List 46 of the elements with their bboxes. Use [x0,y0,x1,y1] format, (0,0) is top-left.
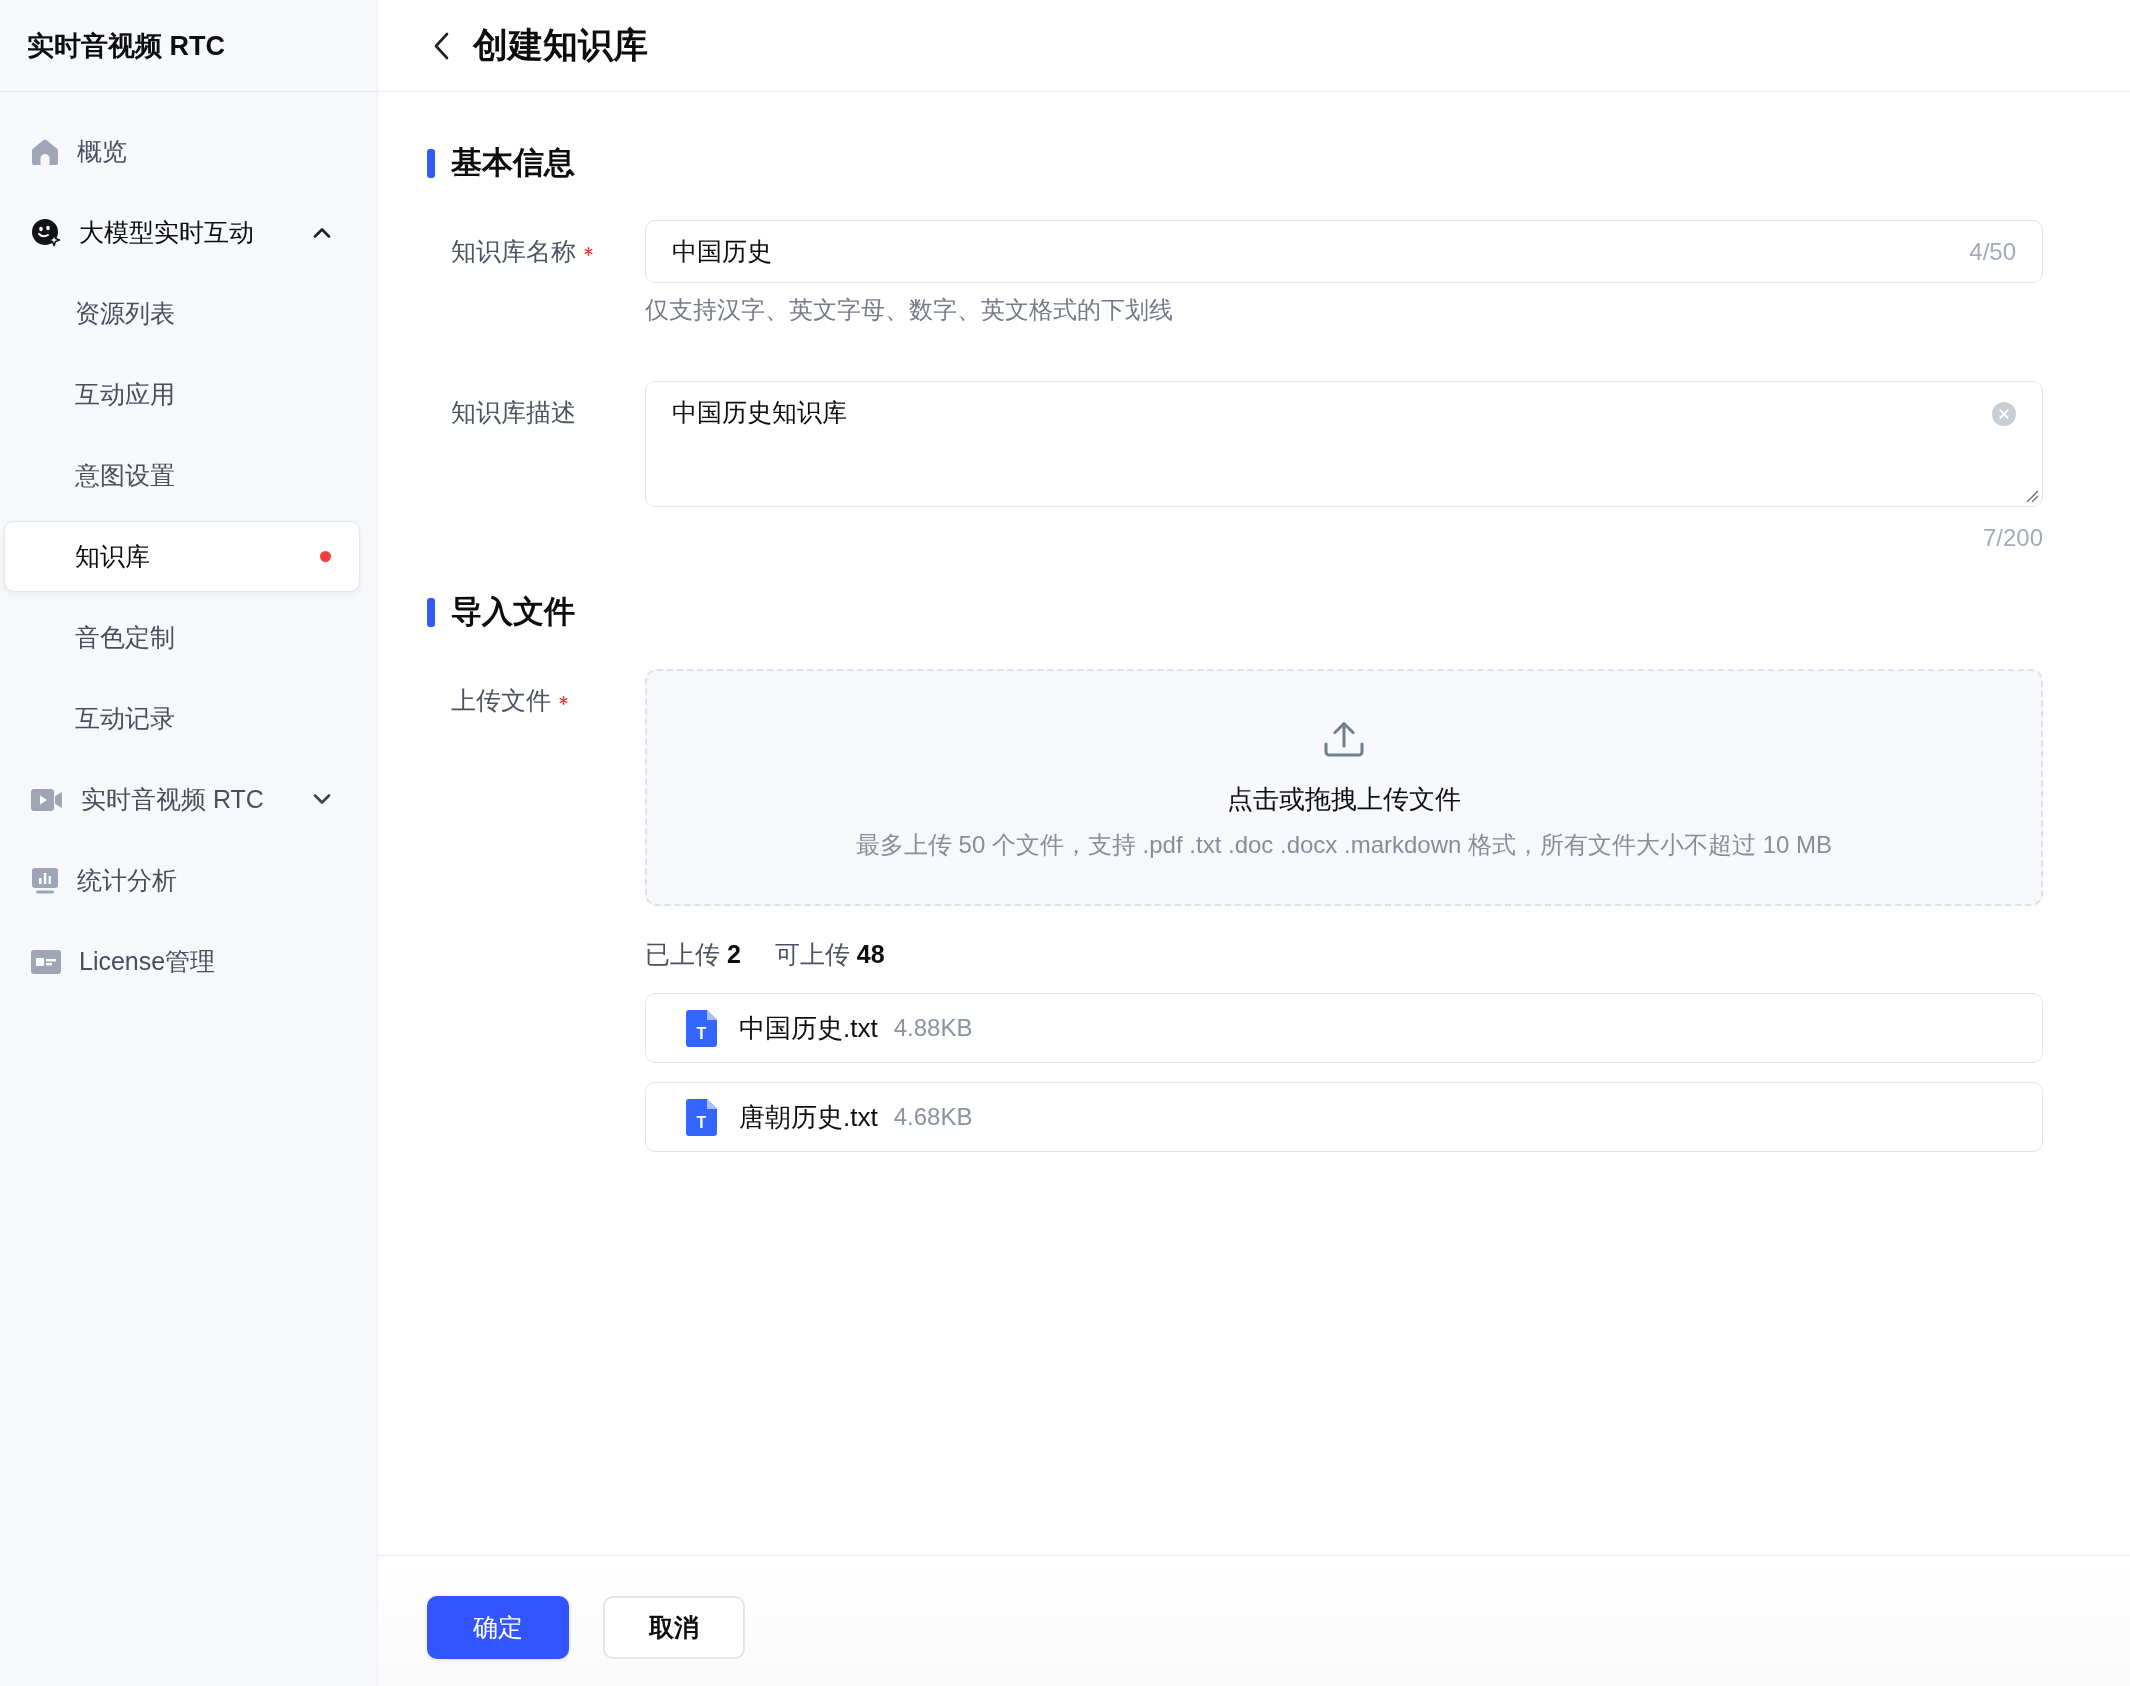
sidebar-subitem[interactable]: 知识库 [4,521,360,592]
sidebar-item[interactable]: 实时音视频 RTC [4,764,360,835]
upload-prompt: 点击或拖拽上传文件 [1227,783,1461,816]
home-icon [31,138,59,165]
sidebar-subitem[interactable]: 互动记录 [4,683,360,754]
sidebar-item[interactable]: 大模型实时互动 [4,197,360,268]
file-size: 4.88KB [893,1014,973,1042]
bar-chart-icon [31,866,59,895]
upload-icon [1324,721,1364,757]
section-title: 导入文件 [451,593,575,631]
product-title: 实时音视频 RTC [27,29,225,63]
sidebar-subitem[interactable]: 音色定制 [4,602,360,673]
name-input-field[interactable]: 中国历史 4/50 [645,220,2043,283]
section-marker [427,597,435,627]
text-file-icon: T [686,1098,717,1136]
field-label: 知识库描述 [451,397,576,428]
character-counter: 4/50 [1969,237,2016,266]
description-textarea[interactable]: 中国历史知识库 [645,381,2043,507]
upload-count: 可上传 48 [774,939,885,970]
id-card-icon [31,949,61,974]
upload-count: 已上传 2 [645,939,741,970]
cancel-button[interactable]: 取消 [603,1596,745,1659]
confirm-button[interactable]: 确定 [427,1596,569,1659]
sidebar-subitem[interactable]: 资源列表 [4,278,360,349]
file-name: 中国历史.txt [739,1011,878,1045]
sidebar-subitem[interactable]: 互动应用 [4,359,360,430]
file-size: 4.68KB [893,1103,973,1131]
video-camera-icon [31,787,63,812]
back-icon[interactable] [433,31,449,60]
upload-dropzone[interactable]: 点击或拖拽上传文件 最多上传 50 个文件，支持 .pdf .txt .doc .docx .markdown 格式，所有文件大小不超过 10 MB [645,669,2043,906]
section-title: 基本信息 [451,144,575,182]
sidebar-item[interactable]: License管理 [4,926,360,997]
resize-handle-icon[interactable] [2026,490,2038,502]
field-label: 知识库名称 [451,236,576,267]
upload-hint: 最多上传 50 个文件，支持 .pdf .txt .doc .docx .markdown 格式，所有文件大小不超过 10 MB [855,830,1833,860]
file-name: 唐朝历史.txt [739,1100,878,1134]
field-label: 上传文件 [451,685,551,716]
section-marker [427,148,435,178]
smiling-face-sparkle-icon [31,217,61,248]
sidebar-item[interactable]: 概览 [4,116,360,187]
text-file-icon: T [686,1009,717,1047]
page-title: 创建知识库 [473,24,648,66]
field-hint: 仅支持汉字、英文字母、数字、英文格式的下划线 [645,295,1174,325]
sidebar-subitem[interactable]: 意图设置 [4,440,360,511]
sidebar-item[interactable]: 统计分析 [4,845,360,916]
character-counter: 7/200 [1981,523,2043,553]
